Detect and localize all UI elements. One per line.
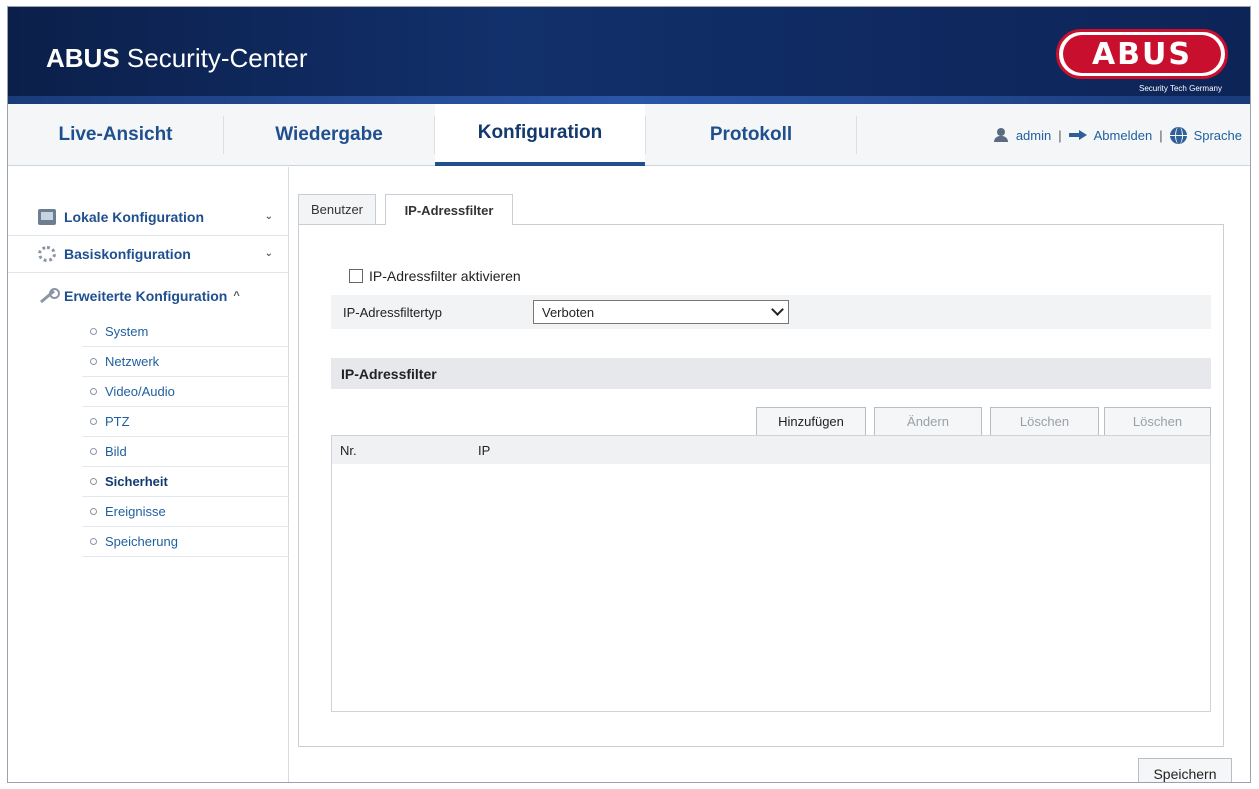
user-icon — [993, 128, 1009, 142]
tab-benutzer[interactable]: Benutzer — [298, 194, 376, 224]
sidebar-item-bild[interactable]: Bild — [82, 437, 289, 467]
sidebar-group-label: Lokale Konfiguration — [64, 209, 204, 225]
enable-filter-label: IP-Adressfilter aktivieren — [369, 268, 521, 284]
logo-tagline: Security Tech Germany — [1139, 84, 1222, 93]
save-button[interactable]: Speichern — [1138, 758, 1232, 782]
bullet-icon — [90, 388, 97, 395]
logo-oval: ABUS — [1056, 29, 1228, 79]
chevron-down-icon: ⌄ — [264, 211, 273, 222]
delete-button[interactable]: Löschen — [990, 407, 1099, 436]
tab-wiedergabe[interactable]: Wiedergabe — [224, 104, 434, 166]
tab-live-ansicht[interactable]: Live-Ansicht — [8, 104, 223, 166]
sidebar-group-label: Basiskonfiguration — [64, 246, 191, 262]
sidebar-item-speicherung[interactable]: Speicherung — [82, 527, 289, 557]
enable-filter-row: IP-Adressfilter aktivieren — [349, 268, 521, 284]
chevron-up-icon: ^ — [233, 289, 240, 302]
separator: | — [1058, 127, 1062, 143]
main-content: Benutzer IP-Adressfilter IP-Adressfilter… — [290, 167, 1250, 782]
tab-konfiguration[interactable]: Konfiguration — [435, 104, 645, 166]
sidebar-item-netzwerk[interactable]: Netzwerk — [82, 347, 289, 377]
edit-button[interactable]: Ändern — [874, 407, 982, 436]
sidebar-item-label: Ereignisse — [105, 504, 166, 519]
sidebar-item-sicherheit[interactable]: Sicherheit — [82, 467, 289, 497]
sidebar-item-system[interactable]: System — [82, 317, 289, 347]
section-header: IP-Adressfilter — [331, 358, 1211, 389]
sidebar-item-label: System — [105, 324, 149, 339]
language-link[interactable]: Sprache — [1194, 128, 1242, 143]
separator: | — [1159, 127, 1163, 143]
wrench-icon — [38, 287, 60, 304]
column-header-nr: Nr. — [340, 443, 357, 458]
sidebar-item-label: PTZ — [105, 414, 130, 429]
app-title: ABUS Security-Center — [46, 43, 308, 74]
header-banner: ABUS Security-Center ABUS Security Tech … — [8, 7, 1250, 104]
tab-ip-adressfilter[interactable]: IP-Adressfilter — [385, 194, 513, 225]
logout-icon — [1068, 130, 1087, 140]
column-header-ip: IP — [478, 443, 491, 458]
bullet-icon — [90, 418, 97, 425]
ip-filter-table: Nr. IP — [331, 435, 1211, 712]
sidebar-group-label: Erweiterte Konfiguration — [64, 287, 228, 304]
filter-type-label: IP-Adressfiltertyp — [343, 304, 442, 320]
bullet-icon — [90, 538, 97, 545]
delete-all-button[interactable]: Löschen — [1104, 407, 1211, 436]
ip-filter-panel: IP-Adressfilter aktivieren IP-Adressfilt… — [298, 224, 1224, 747]
nav-divider — [856, 116, 857, 154]
table-header: Nr. IP — [332, 436, 1210, 464]
user-actions: admin | Abmelden | Sprache — [993, 104, 1242, 166]
abus-logo: ABUS Security Tech Germany — [1056, 29, 1228, 99]
sidebar-item-ereignisse[interactable]: Ereignisse — [82, 497, 289, 527]
basic-config-icon — [38, 246, 56, 262]
sidebar-group-basiskonfiguration[interactable]: Basiskonfiguration ⌄ — [8, 236, 289, 273]
sidebar-item-label: Speicherung — [105, 534, 178, 549]
bullet-icon — [90, 448, 97, 455]
brand-bold: ABUS — [46, 43, 120, 73]
sidebar-group-lokale-konfiguration[interactable]: Lokale Konfiguration ⌄ — [8, 199, 289, 236]
brand-rest: Security-Center — [119, 43, 308, 73]
filter-type-select[interactable]: Verboten — [533, 300, 789, 324]
sidebar: Lokale Konfiguration ⌄ Basiskonfiguratio… — [8, 167, 289, 782]
sidebar-item-label: Video/Audio — [105, 384, 175, 399]
sidebar-item-label: Sicherheit — [105, 474, 168, 489]
bullet-icon — [90, 478, 97, 485]
sidebar-group-erweiterte-konfiguration[interactable]: Erweiterte Konfiguration ^ — [8, 277, 289, 314]
globe-icon — [1169, 126, 1187, 144]
logout-link[interactable]: Abmelden — [1094, 128, 1153, 143]
local-config-icon — [38, 209, 56, 225]
bullet-icon — [90, 328, 97, 335]
bullet-icon — [90, 358, 97, 365]
filter-type-row: IP-Adressfiltertyp Verboten — [331, 295, 1211, 329]
enable-filter-checkbox[interactable] — [349, 269, 363, 283]
bullet-icon — [90, 508, 97, 515]
main-nav: Live-Ansicht Wiedergabe Konfiguration Pr… — [8, 104, 1250, 166]
user-name-link[interactable]: admin — [1016, 128, 1051, 143]
sidebar-item-label: Bild — [105, 444, 127, 459]
app-window: ABUS Security-Center ABUS Security Tech … — [7, 6, 1251, 783]
filter-type-value: Verboten — [542, 304, 595, 320]
chevron-down-icon: ⌄ — [264, 248, 273, 259]
tab-protokoll[interactable]: Protokoll — [646, 104, 856, 166]
add-button[interactable]: Hinzufügen — [756, 407, 866, 436]
chevron-down-icon — [771, 303, 784, 316]
logo-text: ABUS — [1063, 35, 1221, 73]
sidebar-item-video-audio[interactable]: Video/Audio — [82, 377, 289, 407]
sidebar-item-label: Netzwerk — [105, 354, 160, 369]
sidebar-item-ptz[interactable]: PTZ — [82, 407, 289, 437]
